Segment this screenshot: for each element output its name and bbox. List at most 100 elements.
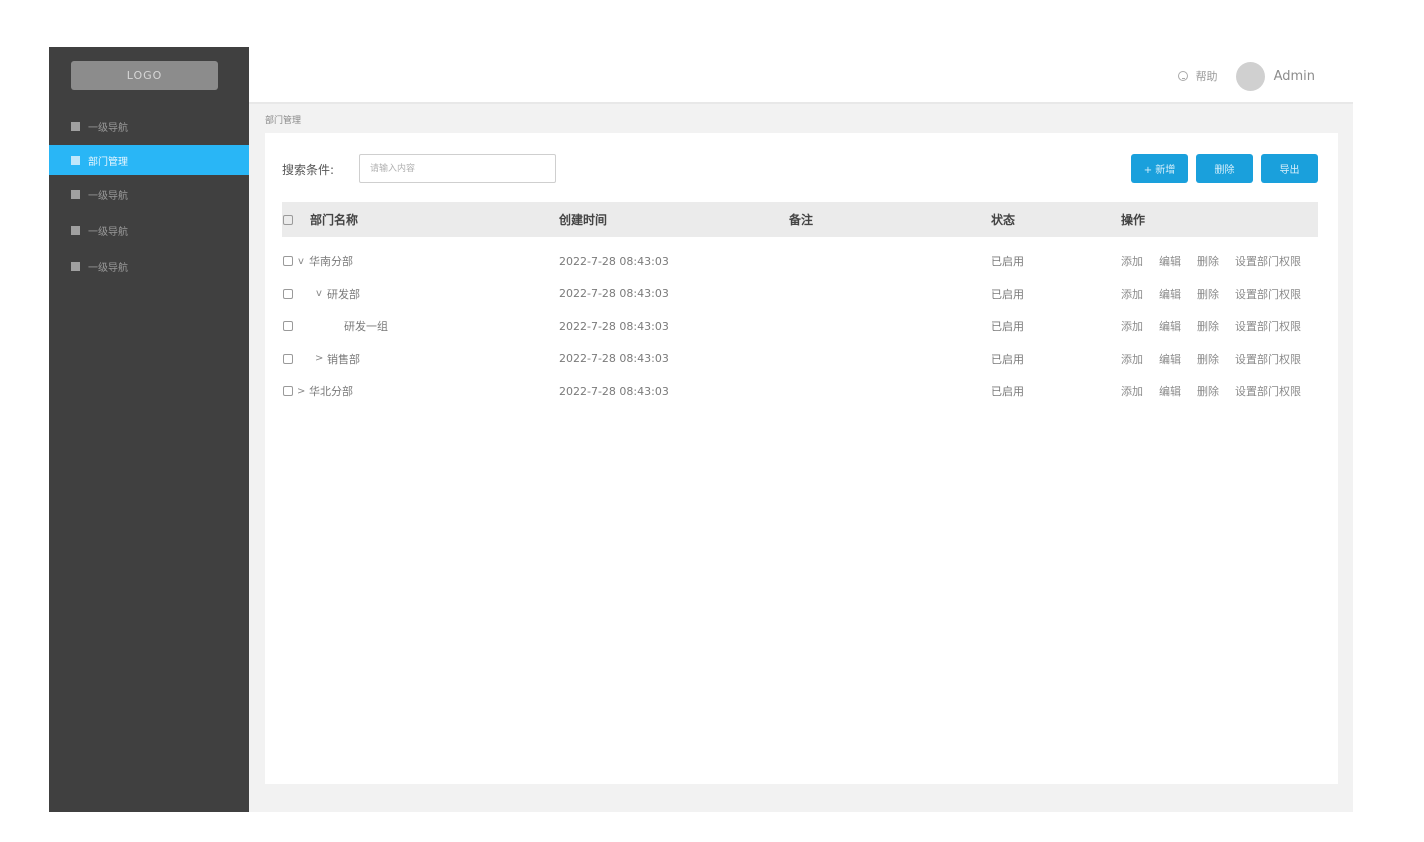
name-cell: 研发一组: [282, 318, 559, 334]
row-add-link[interactable]: 添加: [1121, 351, 1143, 367]
row-actions: 添加 编辑 删除 设置部门权限: [1121, 286, 1318, 302]
table-row: 研发一组 2022-7-28 08:43:03 已启用 添加 编辑 删除 设置部…: [282, 310, 1318, 343]
sidebar-item-label: 一级导航: [88, 226, 128, 238]
row-actions: 添加 编辑 删除 设置部门权限: [1121, 351, 1318, 367]
row-actions: 添加 编辑 删除 设置部门权限: [1121, 383, 1318, 399]
row-actions: 添加 编辑 删除 设置部门权限: [1121, 253, 1318, 269]
top-header: 帮助 Admin: [249, 47, 1353, 104]
help-link[interactable]: 帮助: [1177, 68, 1218, 84]
table-body: v 华南分部 2022-7-28 08:43:03 已启用 添加 编辑 删除 设…: [282, 245, 1318, 408]
sidebar-item-nav-1[interactable]: 一级导航: [49, 109, 249, 143]
row-delete-link[interactable]: 删除: [1197, 253, 1219, 269]
row-permission-link[interactable]: 设置部门权限: [1235, 318, 1301, 334]
toolbar: + 新增 删除 导出: [1123, 154, 1318, 183]
search-input[interactable]: [359, 154, 556, 183]
column-header-name: 部门名称: [310, 213, 359, 227]
row-edit-link[interactable]: 编辑: [1159, 383, 1181, 399]
row-edit-link[interactable]: 编辑: [1159, 318, 1181, 334]
department-table: 部门名称 创建时间 备注 状态 操作 v 华南分部 2022-7-28 08:4…: [282, 202, 1318, 408]
created-time: 2022-7-28 08:43:03: [559, 352, 669, 366]
header-right: 帮助 Admin: [1177, 61, 1315, 91]
chevron-right-icon[interactable]: >: [315, 353, 323, 364]
table-row: > 华北分部 2022-7-28 08:43:03 已启用 添加 编辑 删除 设…: [282, 375, 1318, 408]
row-edit-link[interactable]: 编辑: [1159, 286, 1181, 302]
row-permission-link[interactable]: 设置部门权限: [1235, 383, 1301, 399]
add-button[interactable]: + 新增: [1131, 154, 1188, 183]
column-header-time: 创建时间: [559, 213, 608, 227]
department-name: 研发一组: [344, 320, 388, 334]
sidebar-item-nav-3[interactable]: 一级导航: [49, 177, 249, 211]
row-permission-link[interactable]: 设置部门权限: [1235, 253, 1301, 269]
created-time: 2022-7-28 08:43:03: [559, 384, 669, 398]
row-add-link[interactable]: 添加: [1121, 383, 1143, 399]
sidebar-item-department-management[interactable]: 部门管理: [49, 145, 249, 175]
content-panel: 搜索条件: + 新增 删除 导出 部门名称 创建时间 备注 状态 操作: [265, 133, 1338, 784]
table-row: v 研发部 2022-7-28 08:43:03 已启用 添加 编辑 删除 设置…: [282, 278, 1318, 311]
department-name: 华北分部: [309, 385, 353, 399]
help-circle-icon: [1177, 71, 1188, 81]
sidebar: LOGO 一级导航 部门管理 一级导航 一级导航 一级导航: [49, 47, 249, 812]
created-time: 2022-7-28 08:43:03: [559, 287, 669, 301]
row-edit-link[interactable]: 编辑: [1159, 351, 1181, 367]
sidebar-item-label: 一级导航: [88, 122, 128, 134]
created-time: 2022-7-28 08:43:03: [559, 254, 669, 268]
sidebar-item-label: 部门管理: [88, 156, 128, 168]
logo: LOGO: [71, 61, 218, 90]
breadcrumb: 部门管理: [265, 116, 302, 126]
sidebar-item-label: 一级导航: [88, 262, 128, 274]
main-area: 帮助 Admin 部门管理 搜索条件: + 新增 删除 导出 部门名称: [249, 47, 1353, 812]
row-checkbox[interactable]: [283, 321, 293, 332]
row-checkbox[interactable]: [283, 386, 293, 397]
app-window: LOGO 一级导航 部门管理 一级导航 一级导航 一级导航 帮助 Admin 部…: [49, 47, 1353, 812]
row-edit-link[interactable]: 编辑: [1159, 253, 1181, 269]
nav-square-icon: [71, 121, 80, 131]
column-header-actions: 操作: [1121, 213, 1146, 227]
row-add-link[interactable]: 添加: [1121, 318, 1143, 334]
row-checkbox[interactable]: [283, 353, 293, 364]
row-checkbox[interactable]: [283, 288, 293, 299]
name-cell: > 华北分部: [282, 383, 559, 399]
search-label: 搜索条件:: [282, 163, 335, 177]
username[interactable]: Admin: [1274, 69, 1315, 84]
nav-square-icon: [71, 155, 80, 165]
department-name: 研发部: [327, 287, 360, 301]
table-row: v 华南分部 2022-7-28 08:43:03 已启用 添加 编辑 删除 设…: [282, 245, 1318, 278]
nav-square-icon: [71, 225, 80, 235]
status: 已启用: [991, 255, 1024, 269]
row-actions: 添加 编辑 删除 设置部门权限: [1121, 318, 1318, 334]
sidebar-item-label: 一级导航: [88, 190, 128, 202]
status: 已启用: [991, 385, 1024, 399]
nav-square-icon: [71, 261, 80, 271]
row-delete-link[interactable]: 删除: [1197, 351, 1219, 367]
column-header-status: 状态: [991, 213, 1016, 227]
row-add-link[interactable]: 添加: [1121, 253, 1143, 269]
help-label: 帮助: [1195, 70, 1218, 83]
row-delete-link[interactable]: 删除: [1197, 383, 1219, 399]
department-name: 销售部: [327, 352, 360, 366]
name-cell: v 研发部: [282, 286, 559, 302]
row-delete-link[interactable]: 删除: [1197, 286, 1219, 302]
status: 已启用: [991, 287, 1024, 301]
table-row: > 销售部 2022-7-28 08:43:03 已启用 添加 编辑 删除 设置…: [282, 343, 1318, 376]
status: 已启用: [991, 320, 1024, 334]
row-add-link[interactable]: 添加: [1121, 286, 1143, 302]
table-header: 部门名称 创建时间 备注 状态 操作: [282, 202, 1318, 237]
nav-square-icon: [71, 189, 80, 199]
chevron-right-icon[interactable]: >: [297, 386, 305, 397]
created-time: 2022-7-28 08:43:03: [559, 319, 669, 333]
avatar[interactable]: [1235, 61, 1265, 91]
department-name: 华南分部: [309, 255, 353, 269]
row-permission-link[interactable]: 设置部门权限: [1235, 286, 1301, 302]
name-cell: > 销售部: [282, 351, 559, 367]
select-all-checkbox[interactable]: [283, 214, 293, 225]
delete-button[interactable]: 删除: [1196, 154, 1253, 183]
export-button[interactable]: 导出: [1261, 154, 1318, 183]
row-delete-link[interactable]: 删除: [1197, 318, 1219, 334]
sidebar-item-nav-4[interactable]: 一级导航: [49, 213, 249, 247]
name-cell: v 华南分部: [282, 253, 559, 269]
chevron-down-icon[interactable]: v: [315, 288, 323, 299]
row-checkbox[interactable]: [283, 256, 293, 267]
sidebar-item-nav-5[interactable]: 一级导航: [49, 249, 249, 283]
chevron-down-icon[interactable]: v: [297, 256, 305, 267]
row-permission-link[interactable]: 设置部门权限: [1235, 351, 1301, 367]
